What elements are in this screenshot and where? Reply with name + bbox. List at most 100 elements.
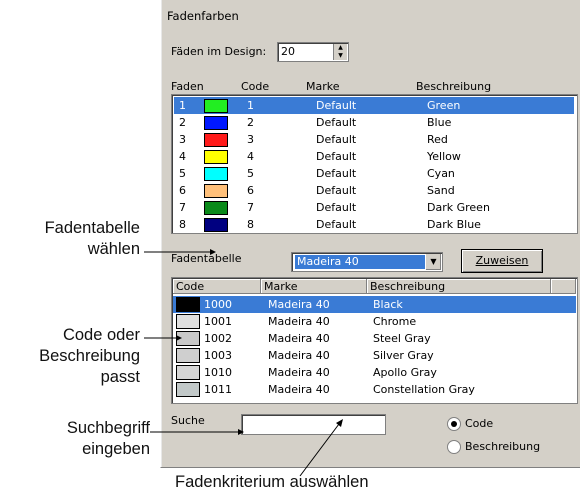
thread-table-list[interactable]: Code Marke Beschreibung 1000 Madeira 40 Bl… [171, 277, 578, 404]
table-row[interactable]: 1001 Madeira 40 Chrome [173, 313, 576, 330]
color-swatch [204, 99, 228, 113]
radio-code[interactable] [447, 417, 461, 431]
thread-code: 8 [247, 218, 254, 231]
thread-description: Dark Green [427, 201, 490, 214]
callout-text: Suchbegriff [66, 419, 150, 437]
th-filler [551, 279, 576, 294]
thread-brand: Default [316, 184, 357, 197]
callout-text: Fadentabelle [44, 219, 140, 237]
th-code[interactable]: Code [173, 279, 261, 294]
thread-table-value: Madeira 40 [295, 255, 425, 269]
callout-text: passt [100, 368, 140, 386]
thread-description: Cyan [427, 167, 455, 180]
thread-table-select[interactable]: Madeira 40 ▼ [291, 252, 443, 272]
color-swatch [176, 348, 200, 363]
table-row[interactable]: 1010 Madeira 40 Apollo Gray [173, 364, 576, 381]
thread-brand: Default [316, 116, 357, 129]
table-brand: Madeira 40 [268, 315, 330, 328]
stepper-buttons[interactable]: ▲ ▼ [333, 44, 347, 60]
radio-description-label[interactable]: Beschreibung [465, 440, 540, 453]
table-row[interactable]: 3 3 Default Red [174, 131, 574, 148]
thread-code: 6 [247, 184, 254, 197]
table-row[interactable]: 8 8 Default Dark Blue [174, 216, 574, 233]
table-code: 1010 [204, 366, 232, 379]
table-row[interactable]: 2 2 Default Blue [174, 114, 574, 131]
table-code: 1001 [204, 315, 232, 328]
thread-number: 2 [179, 116, 186, 129]
col-header-marke: Marke [306, 80, 340, 93]
table-row[interactable]: 1003 Madeira 40 Silver Gray [173, 347, 576, 364]
thread-brand: Default [316, 133, 357, 146]
th-beschreibung[interactable]: Beschreibung [367, 279, 551, 294]
table-description: Steel Gray [373, 332, 431, 345]
callout-text: wählen [87, 240, 140, 258]
thread-description: Red [427, 133, 448, 146]
thread-number: 6 [179, 184, 186, 197]
table-row[interactable]: 1000 Madeira 40 Black [173, 296, 576, 313]
thread-number: 7 [179, 201, 186, 214]
thread-description: Blue [427, 116, 452, 129]
thread-description: Green [427, 99, 461, 112]
stepper-down-icon[interactable]: ▼ [334, 52, 347, 60]
dialog-title: Fadenfarben [167, 9, 239, 23]
thread-number: 3 [179, 133, 186, 146]
chevron-down-icon[interactable]: ▼ [425, 254, 441, 270]
thread-brand: Default [316, 99, 357, 112]
table-row[interactable]: 7 7 Default Dark Green [174, 199, 574, 216]
callout-text: Beschreibung [39, 347, 140, 365]
table-description: Silver Gray [373, 349, 434, 362]
thread-code: 3 [247, 133, 254, 146]
threads-in-design-value: 20 [281, 45, 295, 58]
radio-selected-dot [451, 421, 457, 427]
color-swatch [176, 331, 200, 346]
color-swatch [204, 218, 228, 232]
table-row[interactable]: 5 5 Default Cyan [174, 165, 574, 182]
design-threads-list[interactable]: 1 1 Default Green 2 2 Default Blue 3 3 Default Red 4… [171, 94, 578, 234]
threads-in-design-stepper[interactable]: 20 ▲ ▼ [277, 42, 349, 62]
th-marke[interactable]: Marke [261, 279, 367, 294]
table-brand: Madeira 40 [268, 332, 330, 345]
table-description: Black [373, 298, 403, 311]
table-header: Code Marke Beschreibung [173, 279, 576, 295]
table-brand: Madeira 40 [268, 349, 330, 362]
table-row[interactable]: 1 1 Default Green [174, 97, 574, 114]
color-swatch [204, 167, 228, 181]
color-swatch [176, 314, 200, 329]
color-swatch [204, 184, 228, 198]
search-label: Suche [171, 414, 205, 427]
color-swatch [204, 150, 228, 164]
stepper-up-icon[interactable]: ▲ [334, 44, 347, 52]
threads-in-design-label: Fäden im Design: [171, 45, 267, 58]
callout-text: eingeben [82, 440, 150, 458]
thread-code: 7 [247, 201, 254, 214]
thread-number: 1 [179, 99, 186, 112]
table-description: Chrome [373, 315, 417, 328]
color-swatch [204, 201, 228, 215]
table-row[interactable]: 4 4 Default Yellow [174, 148, 574, 165]
table-code: 1000 [204, 298, 232, 311]
table-code: 1002 [204, 332, 232, 345]
table-description: Constellation Gray [373, 383, 475, 396]
thread-brand: Default [316, 201, 357, 214]
radio-code-label[interactable]: Code [465, 417, 493, 430]
table-brand: Madeira 40 [268, 366, 330, 379]
thread-description: Sand [427, 184, 455, 197]
color-swatch [176, 297, 200, 312]
assign-button[interactable]: Zuweisen [461, 249, 543, 273]
radio-description[interactable] [447, 440, 461, 454]
table-row[interactable]: 1011 Madeira 40 Constellation Gray [173, 381, 576, 398]
thread-brand: Default [316, 150, 357, 163]
callout-choose-table: Fadentabelle wählen [10, 218, 140, 260]
thread-brand: Default [316, 218, 357, 231]
thread-code: 1 [247, 99, 254, 112]
callout-text: Code oder [62, 326, 140, 344]
thread-number: 4 [179, 150, 186, 163]
callout-search-term: Suchbegriff eingeben [10, 418, 150, 460]
table-row[interactable]: 1002 Madeira 40 Steel Gray [173, 330, 576, 347]
search-input[interactable] [241, 414, 386, 435]
table-row[interactable]: 6 6 Default Sand [174, 182, 574, 199]
color-swatch [176, 365, 200, 380]
thread-number: 8 [179, 218, 186, 231]
thread-number: 5 [179, 167, 186, 180]
table-description: Apollo Gray [373, 366, 437, 379]
